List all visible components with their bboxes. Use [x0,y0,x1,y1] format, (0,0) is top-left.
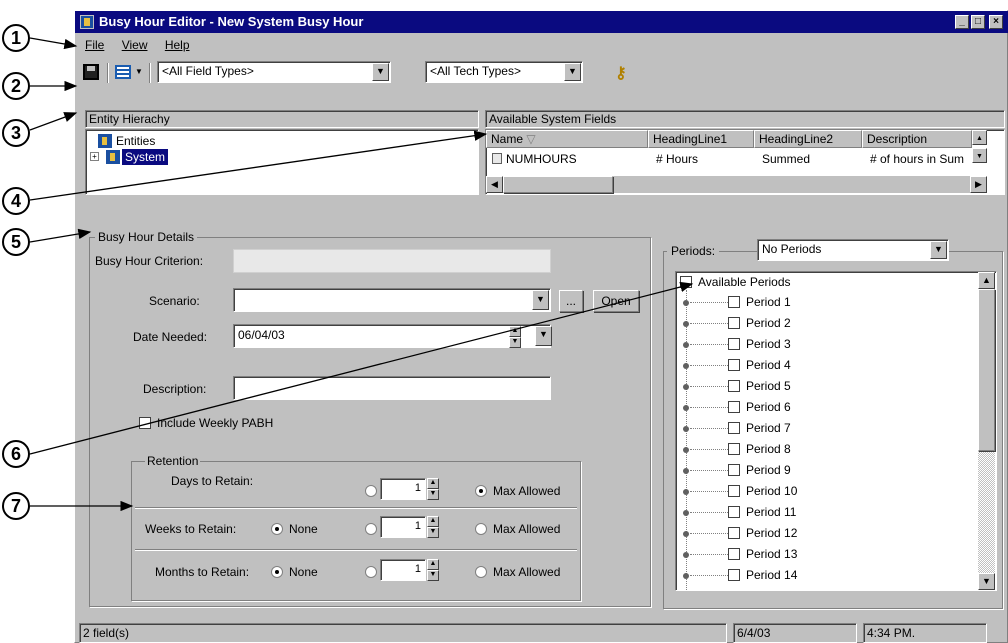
callout-arrow-3 [29,112,78,131]
callout-arrow-1 [29,37,78,50]
callout-arrows [29,37,694,512]
callout-arrow-6 [29,281,694,455]
callout-arrow-4 [29,130,488,201]
callout-arrow-5 [29,228,92,243]
